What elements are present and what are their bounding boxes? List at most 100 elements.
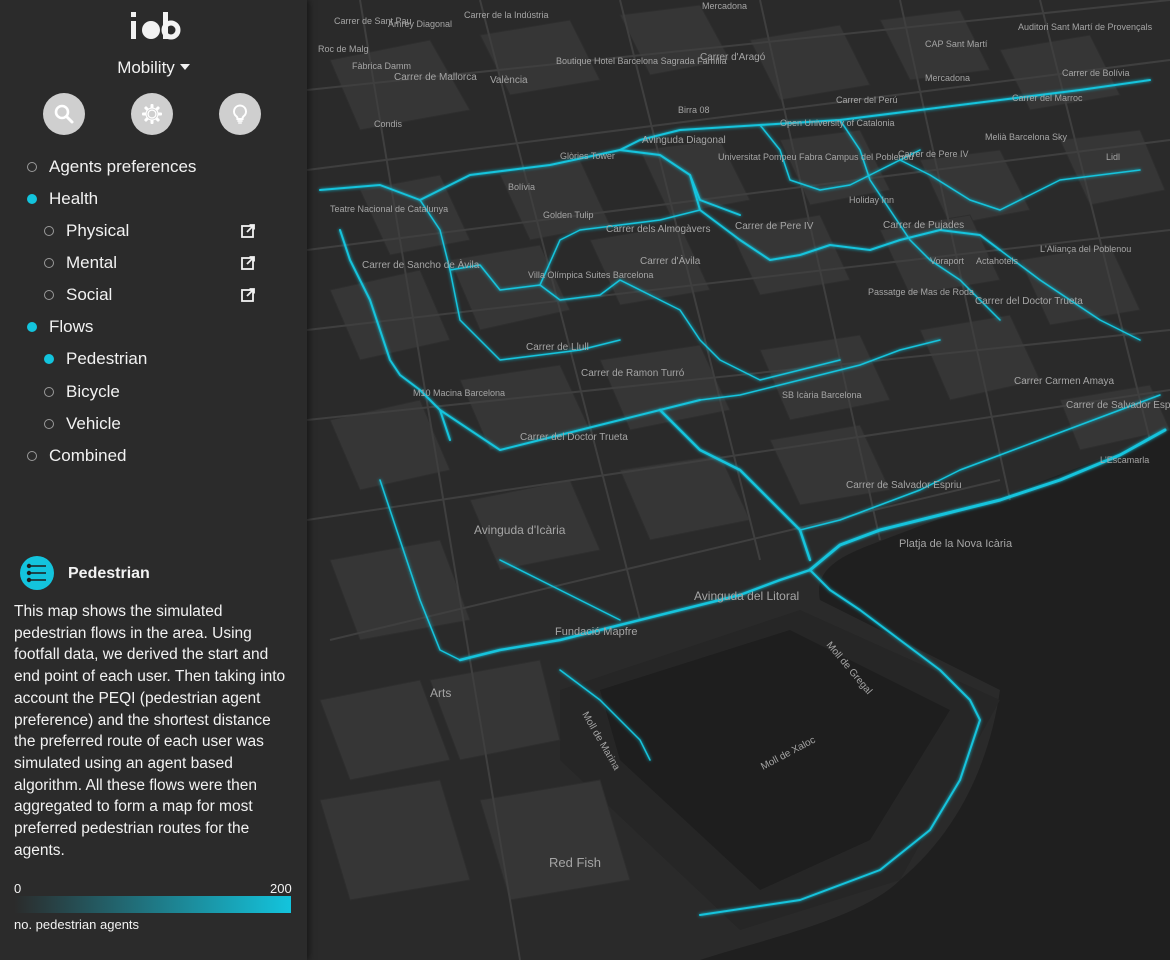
radio-physical[interactable]	[44, 226, 54, 236]
map-label: Birra 08	[678, 105, 710, 115]
map-label: Golden Tulip	[543, 210, 594, 220]
map-label: Passatge de Mas de Roda	[868, 287, 974, 297]
map-label: Carrer de Salvador Espriu	[846, 480, 962, 491]
map-label: Carrer Carmen Amaya	[1014, 376, 1114, 387]
map-label: Carrer de Pere IV	[735, 221, 814, 232]
option-vehicle[interactable]: Vehicle	[44, 413, 121, 435]
option-mental[interactable]: Mental	[44, 252, 117, 274]
option-label: Vehicle	[66, 414, 121, 433]
map-label: Carrer de Pere IV	[898, 149, 969, 159]
map-label: Avinguda del Litoral	[694, 589, 799, 603]
map-label: Carrer de Mallorca	[394, 72, 477, 83]
map-label: Condis	[374, 119, 403, 129]
radio-health[interactable]	[27, 194, 37, 204]
section-dropdown[interactable]: Mobility	[0, 58, 307, 78]
radio-agents-preferences[interactable]	[27, 162, 37, 172]
map-label: M10 Macina Barcelona	[413, 388, 505, 398]
map-label: Carrer de Bolívia	[1062, 68, 1130, 78]
radio-combined[interactable]	[27, 451, 37, 461]
legend-label: no. pedestrian agents	[14, 917, 140, 932]
map-label: València	[490, 75, 528, 86]
map-label: SB Icària Barcelona	[782, 390, 862, 400]
search-icon	[54, 104, 74, 124]
legend-max: 200	[270, 881, 292, 896]
option-health[interactable]: Health	[27, 188, 98, 210]
map-label: Carrer d'Aragó	[700, 52, 766, 63]
map-label: Universitat Pompeu Fabra Campus del Pobl…	[718, 152, 914, 162]
option-bicycle[interactable]: Bicycle	[44, 381, 120, 403]
map-label: Bolívia	[508, 182, 535, 192]
info-description: This map shows the simulated pedestrian …	[14, 603, 286, 859]
sidebar: Mobility Agents preferences Health Physi…	[0, 0, 307, 960]
map-label: Carrer del Marroc	[1012, 93, 1083, 103]
map-label: Carrer de la Indústria	[464, 10, 549, 20]
pedestrian-flows-icon	[20, 556, 54, 590]
map-label: Melià Barcelona Sky	[985, 132, 1068, 142]
external-link-icon[interactable]	[241, 256, 255, 270]
map-label: Fundació Mapfre	[555, 626, 638, 638]
option-combined[interactable]: Combined	[27, 445, 127, 467]
map-label: Holiday Inn	[849, 195, 894, 205]
map-label: Carrer de Pujades	[883, 220, 964, 231]
gear-icon	[142, 104, 162, 124]
map-label: Red Fish	[549, 855, 601, 870]
map-label: Fàbrica Damm	[352, 61, 411, 71]
map-label: Carrer del Perú	[836, 95, 898, 105]
map-label: Lidl	[1106, 152, 1120, 162]
map-label: Open University of Catalonia	[780, 118, 895, 128]
option-label: Pedestrian	[66, 349, 148, 368]
option-flows[interactable]: Flows	[27, 316, 93, 338]
external-link-icon[interactable]	[241, 288, 255, 302]
map-label: Actahotels	[976, 256, 1019, 266]
caret-down-icon	[179, 63, 190, 70]
map-label: Avinguda Diagonal	[642, 135, 726, 146]
option-label: Health	[49, 189, 99, 208]
option-label: Physical	[66, 221, 130, 240]
map-label: Carrer del Doctor Trueta	[520, 432, 628, 443]
map-label: Carrer d'Àvila	[640, 254, 701, 267]
map-label: Teatre Nacional de Catalunya	[330, 204, 448, 214]
option-social[interactable]: Social	[44, 284, 112, 306]
option-label: Combined	[49, 446, 127, 465]
option-agents-preferences[interactable]: Agents preferences	[27, 156, 196, 178]
option-label: Flows	[49, 317, 94, 336]
option-label: Bicycle	[66, 382, 120, 401]
radio-vehicle[interactable]	[44, 419, 54, 429]
search-button[interactable]	[43, 93, 85, 135]
map-label: Mercadona	[702, 1, 747, 11]
map-label: L'Escamarla	[1100, 455, 1149, 465]
map-label: Auditori Sant Martí de Provençals	[1018, 22, 1153, 32]
map-label: CAP Sant Martí	[925, 39, 988, 49]
iob-logo	[0, 10, 307, 44]
lightbulb-icon	[233, 104, 247, 124]
map-label: Carrer de Sancho de Àvila	[362, 258, 480, 271]
info-title: Pedestrian	[68, 565, 150, 582]
option-physical[interactable]: Physical	[44, 220, 129, 242]
option-pedestrian[interactable]: Pedestrian	[44, 348, 147, 370]
map-label: Avinguda d'Icària	[474, 523, 566, 537]
map-label: Carrer dels Almogàvers	[606, 224, 710, 235]
map-label: Glòries Tower	[560, 151, 615, 161]
section-dropdown-label: Mobility	[117, 58, 175, 77]
map-label: Mercadona	[925, 73, 970, 83]
option-label: Agents preferences	[49, 157, 197, 176]
radio-mental[interactable]	[44, 258, 54, 268]
option-label: Social	[66, 285, 113, 304]
legend-min: 0	[14, 881, 22, 896]
settings-button[interactable]	[131, 93, 173, 135]
map-label: Carrer de Ramon Turró	[581, 368, 685, 379]
insights-button[interactable]	[219, 93, 261, 135]
map-label: Platja de la Nova Icària	[899, 538, 1013, 550]
map-label: Carrer de Salvador Espriu	[1066, 400, 1170, 411]
external-link-icon[interactable]	[241, 224, 255, 238]
map-label: Villa Olímpica Suites Barcelona	[528, 270, 653, 280]
map-label: Amrey Diagonal	[388, 19, 452, 29]
map-view[interactable]: Carrer de Sant Pau Carrer de la Indústri…	[307, 0, 1170, 960]
map-label: Roc de Malg	[318, 44, 369, 54]
radio-flows[interactable]	[27, 322, 37, 332]
radio-social[interactable]	[44, 290, 54, 300]
radio-pedestrian[interactable]	[44, 354, 54, 364]
radio-bicycle[interactable]	[44, 387, 54, 397]
map-label: Arts	[430, 686, 451, 700]
map-label: Voraport	[930, 256, 965, 266]
